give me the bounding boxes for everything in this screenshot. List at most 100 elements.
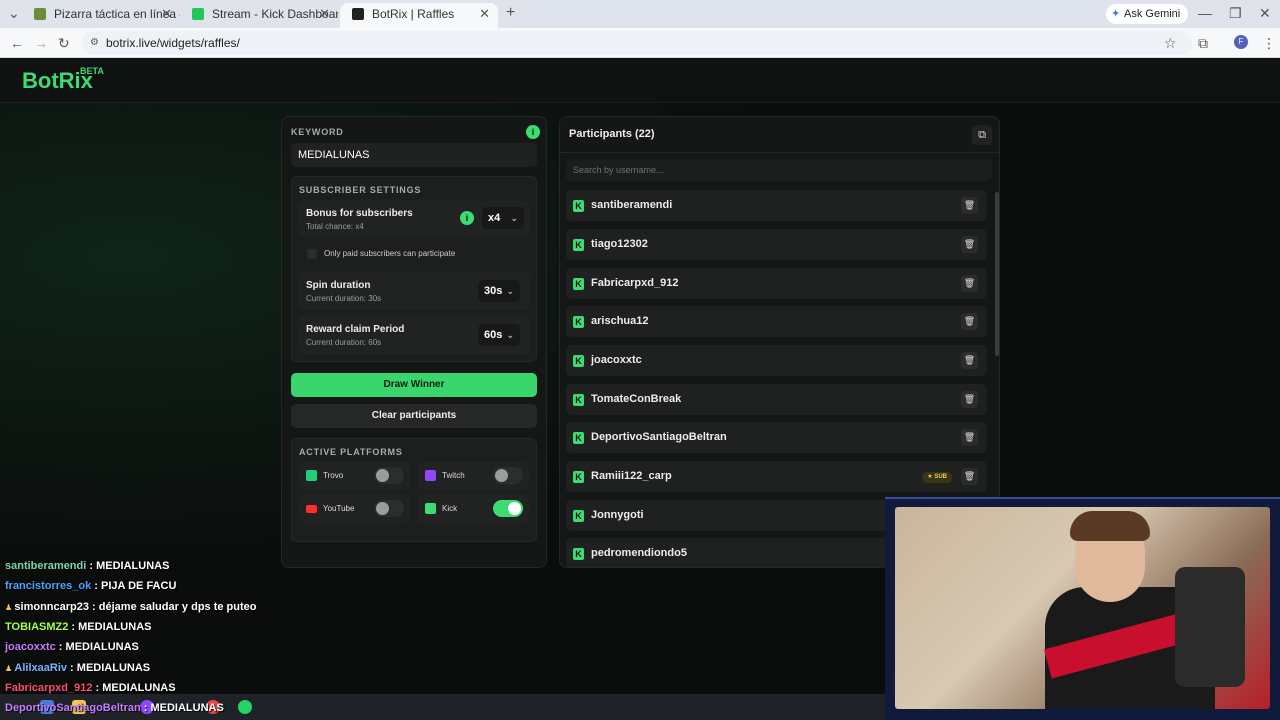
extensions-icon[interactable]: ⧉: [1198, 28, 1208, 58]
paid-only-checkbox[interactable]: [307, 249, 317, 259]
draw-winner-button[interactable]: Draw Winner: [291, 373, 537, 397]
tab-favicon-icon: [352, 8, 364, 20]
close-tab-icon[interactable]: ✕: [161, 3, 172, 25]
participant-search-input[interactable]: Search by username...: [566, 159, 992, 181]
site-info-icon[interactable]: ⚙: [90, 31, 99, 55]
kick-icon: K: [573, 278, 584, 290]
paid-only-setting[interactable]: Only paid subscribers can participate: [299, 242, 530, 266]
info-icon[interactable]: i: [526, 125, 540, 139]
participant-name: pedromendiondo5: [591, 547, 687, 559]
webcam-video: [895, 507, 1270, 709]
whatsapp-icon[interactable]: [238, 700, 252, 714]
kick-icon: [425, 503, 436, 514]
kick-icon: K: [573, 316, 584, 328]
participants-title: Participants (22): [569, 128, 655, 140]
keyword-value: MEDIALUNAS: [298, 149, 370, 161]
platform-trovo: Trovo: [299, 462, 410, 490]
twitch-icon: [425, 470, 436, 481]
trash-icon[interactable]: 🗑: [961, 391, 978, 408]
webcam-overlay: [885, 497, 1280, 720]
reward-subtitle: Current duration: 60s: [306, 338, 382, 347]
trash-icon[interactable]: 🗑: [961, 236, 978, 253]
trash-icon[interactable]: 🗑: [961, 313, 978, 330]
new-tab-icon[interactable]: +: [506, 0, 515, 28]
chat-text: PIJA DE FACU: [101, 580, 177, 592]
chat-message: francistorres_ok : PIJA DE FACU: [5, 580, 177, 592]
chat-message: DeportivoSantiagoBeltran : MEDIALUNAS: [5, 702, 224, 714]
toggle-knob: [508, 502, 521, 515]
back-icon[interactable]: ←: [10, 28, 24, 58]
close-tab-icon[interactable]: ✕: [479, 3, 490, 25]
bonus-info-icon[interactable]: i: [460, 211, 474, 225]
chat-user: joacoxxtc: [5, 641, 56, 653]
participant-row: Ksantiberamendi 🗑: [566, 190, 987, 221]
search-placeholder: Search by username...: [573, 165, 664, 175]
trash-icon[interactable]: 🗑: [961, 197, 978, 214]
bonus-title: Bonus for subscribers: [306, 208, 413, 219]
bonus-select[interactable]: x4 ⌄: [482, 207, 524, 229]
chat-text: MEDIALUNAS: [65, 641, 139, 653]
browser-toolbar: ← → ↻ ⚙ botrix.live/widgets/raffles/ ☆ ⧉…: [0, 28, 1280, 58]
participants-divider: [560, 152, 999, 153]
reward-value: 60s: [484, 329, 503, 341]
chevron-down-icon: ⌄: [506, 330, 514, 340]
tab-pizarra[interactable]: Pizarra táctica en línea – Fútbol ✕: [22, 3, 180, 28]
chat-message: ♟ simonncarp23 : déjame saludar y dps te…: [5, 601, 257, 613]
spin-select[interactable]: 30s ⌄: [478, 280, 520, 302]
clear-participants-button[interactable]: Clear participants: [291, 404, 537, 428]
streamer-hair: [1070, 511, 1150, 541]
address-bar[interactable]: ⚙ botrix.live/widgets/raffles/: [82, 31, 1192, 55]
platform-kick: Kick: [418, 495, 529, 523]
copy-icon[interactable]: ⧉: [972, 125, 992, 145]
kick-icon: K: [573, 200, 584, 212]
minimize-icon[interactable]: —: [1198, 0, 1212, 28]
forward-icon[interactable]: →: [34, 28, 48, 58]
ask-gemini-label: Ask Gemini: [1124, 8, 1181, 20]
chair: [1175, 567, 1245, 687]
scrollbar[interactable]: [995, 192, 999, 356]
trash-icon[interactable]: 🗑: [961, 468, 978, 485]
bookmark-star-icon[interactable]: ☆: [1164, 28, 1177, 58]
platform-label: YouTube: [323, 504, 355, 513]
trash-icon[interactable]: 🗑: [961, 352, 978, 369]
ask-gemini-button[interactable]: ✦ Ask Gemini: [1106, 4, 1189, 24]
bonus-value: x4: [488, 212, 501, 224]
chat-text: MEDIALUNAS: [76, 662, 151, 674]
tab-botrix-raffles[interactable]: BotRix | Raffles ✕: [340, 3, 498, 28]
twitch-toggle[interactable]: [493, 467, 523, 484]
close-window-icon[interactable]: ✕: [1259, 0, 1271, 28]
tab-kick-dashboard[interactable]: Stream - Kick Dashboard ✕: [180, 3, 338, 28]
chat-user: Fabricarpxd_912: [5, 682, 93, 694]
participant-row: K Fabricarpxd_912 🗑: [566, 268, 987, 299]
reward-period-setting: Reward claim Period Current duration: 60…: [299, 316, 530, 354]
trash-icon[interactable]: 🗑: [961, 429, 978, 446]
more-menu-icon[interactable]: ⋮: [1262, 28, 1276, 58]
chat-message: santiberamendi : MEDIALUNAS: [5, 560, 170, 572]
participant-row: Karischua12 🗑: [566, 306, 987, 337]
participant-name: Jonnygoti: [591, 509, 644, 521]
kick-icon: K: [573, 239, 584, 251]
trash-icon[interactable]: 🗑: [961, 275, 978, 292]
app-header: BotRix BETA: [0, 58, 1280, 103]
youtube-toggle[interactable]: [374, 500, 404, 517]
tab-favicon-icon: [34, 8, 46, 20]
active-platforms-box: ACTIVE PLATFORMS Trovo Twitch YouTube Ki…: [291, 438, 537, 542]
trovo-toggle[interactable]: [374, 467, 404, 484]
chat-user: francistorres_ok: [5, 580, 92, 592]
kick-icon: K: [573, 510, 584, 522]
chat-badge-icon: ♟: [5, 664, 15, 673]
chat-text: MEDIALUNAS: [102, 682, 176, 694]
browser-tab-bar: ⌄ Pizarra táctica en línea – Fútbol ✕ St…: [0, 0, 1280, 28]
restore-icon[interactable]: ❐: [1229, 0, 1242, 28]
chat-user: santiberamendi: [5, 560, 87, 572]
reload-icon[interactable]: ↻: [58, 28, 70, 58]
participant-name: arischua12: [591, 315, 649, 327]
chat-badge-icon: ♟: [5, 603, 15, 612]
beta-badge: BETA: [80, 66, 104, 76]
kick-toggle[interactable]: [493, 500, 523, 517]
reward-select[interactable]: 60s ⌄: [478, 324, 520, 346]
profile-avatar[interactable]: F: [1234, 35, 1248, 49]
keyword-input[interactable]: MEDIALUNAS: [291, 143, 537, 167]
close-tab-icon[interactable]: ✕: [319, 3, 330, 25]
tab-search-icon[interactable]: ⌄: [8, 0, 20, 28]
